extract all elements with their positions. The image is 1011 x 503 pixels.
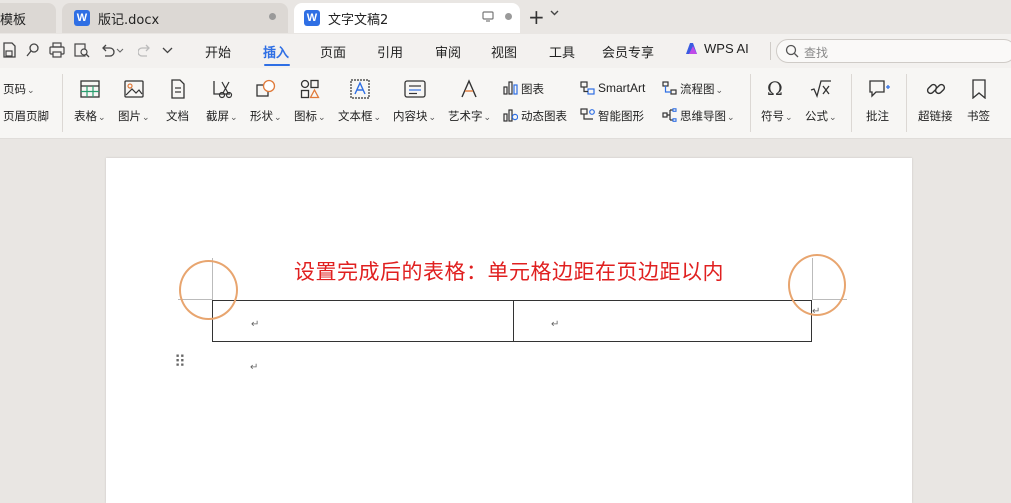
shape-icon[interactable] xyxy=(256,79,276,99)
comment-button[interactable]: 批注 xyxy=(866,108,889,124)
tab-label: 模板 xyxy=(0,12,27,28)
table-icon[interactable] xyxy=(80,80,100,98)
textbox-icon[interactable] xyxy=(350,79,370,99)
document-area: 设置完成后的表格：单元格边距在页边距以内 ↵ ↵ ↵ ⠿ ↵ xyxy=(0,139,1011,503)
scissors-icon[interactable] xyxy=(212,79,234,99)
menu-member[interactable]: 会员专享 xyxy=(602,42,654,61)
tab-templates[interactable]: 模板 xyxy=(0,3,56,33)
mindmap-button[interactable]: 思维导图⌄ xyxy=(680,108,735,124)
tab-banji-docx[interactable]: W 版记.docx xyxy=(62,3,288,33)
divider xyxy=(770,42,771,60)
flowchart-button[interactable]: 流程图⌄ xyxy=(680,81,723,97)
wps-writer-icon: W xyxy=(304,10,320,26)
flowchart-icon[interactable] xyxy=(662,81,677,95)
undo-icon[interactable] xyxy=(100,42,124,58)
screenshot-button[interactable]: 截屏⌄ xyxy=(206,108,238,124)
mindmap-icon[interactable] xyxy=(662,108,677,122)
divider xyxy=(750,74,751,132)
comment-icon[interactable] xyxy=(868,79,890,99)
divider xyxy=(62,74,63,132)
formula-button[interactable]: 公式⌄ xyxy=(805,108,837,124)
chevron-down-icon[interactable] xyxy=(550,10,559,16)
wps-ai-logo-icon xyxy=(686,43,697,54)
table-button[interactable]: 表格⌄ xyxy=(74,108,106,124)
icon-library-icon[interactable] xyxy=(300,79,320,99)
save-icon[interactable] xyxy=(2,42,16,58)
menu-review[interactable]: 审阅 xyxy=(435,42,461,61)
search-input[interactable]: 查找 xyxy=(776,39,1011,63)
tab-close-dot-icon[interactable] xyxy=(505,13,512,20)
header-footer-button[interactable]: 页眉页脚 xyxy=(3,108,49,124)
annotation-circle-left xyxy=(179,260,238,320)
print-preview-icon[interactable] xyxy=(74,42,90,58)
link-icon[interactable] xyxy=(926,79,946,99)
annotation-circle-right xyxy=(788,254,846,316)
chart-icon[interactable] xyxy=(503,81,518,95)
icon-button[interactable]: 图标⌄ xyxy=(294,108,326,124)
dynamic-chart-button[interactable]: 动态图表 xyxy=(521,108,567,124)
picture-button[interactable]: 图片⌄ xyxy=(118,108,150,124)
new-tab-plus-icon[interactable]: + xyxy=(528,7,545,27)
menu-home[interactable]: 开始 xyxy=(205,42,231,61)
menu-bar: 开始 插入 页面 引用 审阅 视图 工具 会员专享 WPS AI 查找 xyxy=(0,34,1011,68)
paragraph-mark: ↵ xyxy=(251,319,260,330)
wps-ai-label: WPS AI xyxy=(704,41,749,56)
wordart-button[interactable]: 艺术字⌄ xyxy=(448,108,491,124)
smartart-icon[interactable] xyxy=(580,81,595,95)
tab-bar: 模板 W 版记.docx W 文字文稿2 + xyxy=(0,0,1011,34)
paragraph-mark: ↵ xyxy=(551,319,560,330)
menu-tools[interactable]: 工具 xyxy=(549,42,575,61)
redo-icon[interactable] xyxy=(138,42,152,58)
document-icon[interactable] xyxy=(170,79,186,99)
formula-icon[interactable] xyxy=(810,80,832,98)
tab-document-2[interactable]: W 文字文稿2 xyxy=(294,3,520,33)
print-icon[interactable] xyxy=(49,42,65,58)
monitor-icon[interactable] xyxy=(482,11,494,22)
smart-shape-button[interactable]: 智能图形 xyxy=(598,108,644,124)
textbox-button[interactable]: 文本框⌄ xyxy=(338,108,381,124)
wordart-icon[interactable] xyxy=(459,79,479,99)
menu-view[interactable]: 视图 xyxy=(491,42,517,61)
search-placeholder: 查找 xyxy=(804,46,829,60)
export-icon[interactable] xyxy=(26,42,40,58)
tab-label: 版记.docx xyxy=(98,12,160,28)
quick-access-more-icon[interactable] xyxy=(162,47,173,54)
menu-insert[interactable]: 插入 xyxy=(263,42,289,61)
menu-page[interactable]: 页面 xyxy=(320,42,346,61)
bookmark-icon[interactable] xyxy=(971,79,987,99)
divider xyxy=(906,74,907,132)
tab-close-dot-icon[interactable] xyxy=(269,13,276,20)
paragraph-mark: ↵ xyxy=(250,362,259,373)
document-page[interactable]: 设置完成后的表格：单元格边距在页边距以内 ↵ ↵ ↵ ⠿ ↵ xyxy=(106,158,912,503)
symbol-button[interactable]: 符号⌄ xyxy=(761,108,793,124)
hyperlink-button[interactable]: 超链接 xyxy=(918,108,953,124)
table-move-handle-icon[interactable]: ⠿ xyxy=(174,354,186,370)
picture-icon[interactable] xyxy=(124,80,144,98)
content-block-button[interactable]: 内容块⌄ xyxy=(393,108,436,124)
divider xyxy=(851,74,852,132)
content-block-icon[interactable] xyxy=(404,80,426,98)
menu-references[interactable]: 引用 xyxy=(377,42,403,61)
page-number-button[interactable]: 页码⌄ xyxy=(3,81,35,97)
wps-writer-icon: W xyxy=(74,10,90,26)
smartart-button[interactable]: SmartArt xyxy=(598,81,645,95)
search-icon xyxy=(785,44,799,58)
bookmark-button[interactable]: 书签 xyxy=(967,108,990,124)
dynamic-chart-icon[interactable] xyxy=(503,108,518,122)
document-button[interactable]: 文档 xyxy=(166,108,189,124)
tab-label: 文字文稿2 xyxy=(328,12,389,28)
insert-ribbon: 页码⌄ 页眉页脚 表格⌄ 图片⌄ 文档 截屏⌄ 形状⌄ 图标⌄ 文本框⌄ 内容块… xyxy=(0,68,1011,139)
active-menu-indicator xyxy=(264,64,290,66)
shape-button[interactable]: 形状⌄ xyxy=(250,108,282,124)
wps-ai-button[interactable]: WPS AI xyxy=(684,41,749,56)
omega-icon[interactable]: Ω xyxy=(767,78,783,100)
document-table[interactable]: ↵ ↵ ↵ xyxy=(212,300,820,342)
cell-divider xyxy=(513,301,514,341)
smart-shape-icon[interactable] xyxy=(580,108,595,122)
chart-button[interactable]: 图表 xyxy=(521,81,544,97)
